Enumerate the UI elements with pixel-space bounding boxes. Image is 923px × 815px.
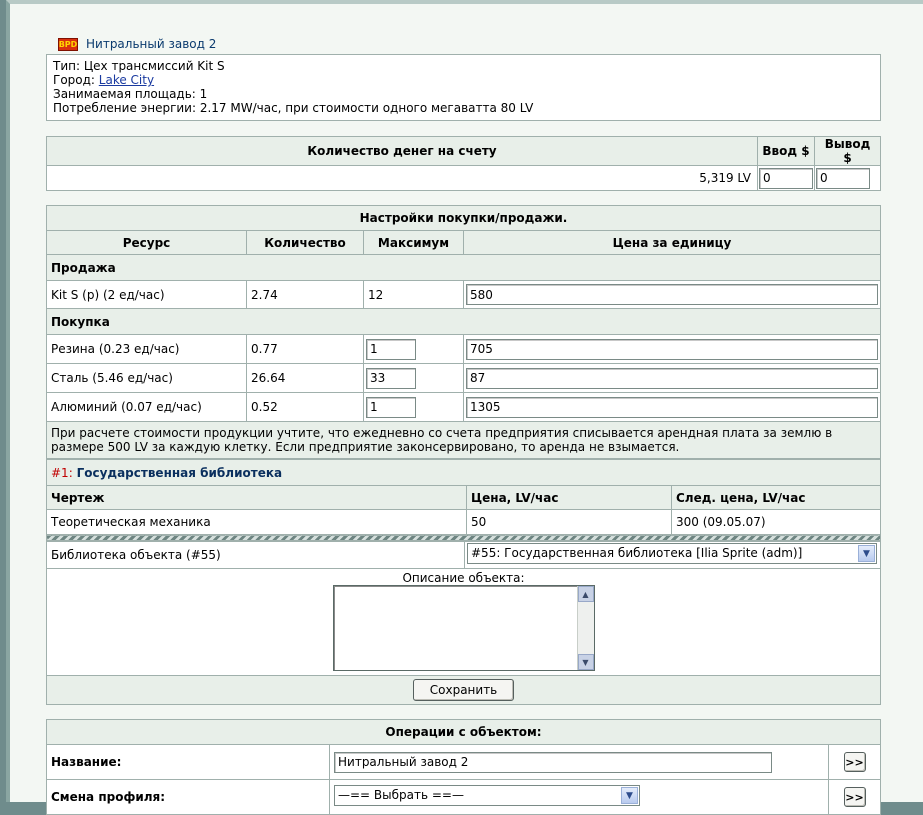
- library-name: Государственная библиотека: [76, 465, 283, 480]
- blueprint-price: 50: [466, 509, 672, 535]
- library-select[interactable]: #55: Государственная библиотека [Ilia Sp…: [467, 543, 877, 564]
- scrollbar[interactable]: ▲ ▼: [576, 586, 594, 670]
- buy-price-input[interactable]: [466, 338, 878, 360]
- rent-note: При расчете стоимости продукции учтите, …: [46, 421, 881, 459]
- trade-settings-table: Настройки покупки/продажи. Ресурс Количе…: [46, 205, 881, 459]
- resource-name: Сталь (5.46 ед/час): [46, 363, 247, 393]
- object-info-box: Тип: Цех трансмиссий Kit S Город: Lake C…: [46, 54, 881, 121]
- name-label: Название:: [46, 744, 330, 780]
- buy-max-input[interactable]: [366, 338, 416, 360]
- chevron-down-icon: ▼: [621, 787, 638, 804]
- city-link[interactable]: Lake City: [99, 73, 154, 87]
- area-line: Занимаемая площадь: 1: [53, 87, 208, 101]
- description-cell: Описание объекта: ▲ ▼: [46, 568, 881, 676]
- buy-price-input[interactable]: [466, 396, 878, 418]
- money-col-amount: Количество денег на счету: [46, 136, 758, 166]
- ops-title: Операции с объектом:: [46, 719, 881, 745]
- profile-label: Смена профиля:: [46, 779, 330, 815]
- resource-max: 12: [363, 280, 464, 309]
- bpd-logo-icon: BPD: [58, 37, 78, 51]
- col-qty: Количество: [246, 230, 364, 255]
- col-next-price: След. цена, LV/час: [671, 485, 881, 510]
- description-textarea[interactable]: ▲ ▼: [332, 585, 595, 671]
- library-table: #1: Государственная библиотека Чертеж Це…: [46, 459, 881, 541]
- description-label: Описание объекта:: [402, 571, 525, 585]
- rename-go-button[interactable]: >>: [843, 752, 866, 772]
- blueprint-next-price: 300 (09.05.07): [671, 509, 881, 535]
- col-price: Цена за единицу: [463, 230, 881, 255]
- resource-qty: 2.74: [246, 280, 364, 309]
- scroll-up-icon[interactable]: ▲: [577, 586, 594, 602]
- scroll-down-icon[interactable]: ▼: [577, 654, 594, 670]
- city-line: Город: Lake City: [53, 73, 155, 87]
- name-input[interactable]: [334, 751, 772, 773]
- resource-qty: 0.52: [246, 392, 364, 422]
- operations-table: Операции с объектом: Название: >> Смена …: [46, 719, 881, 815]
- library-object-table: Библиотека объекта (#55) #55: Государств…: [46, 541, 881, 705]
- resource-name: Резина (0.23 ед/час): [46, 334, 247, 364]
- object-title-link[interactable]: Нитральный завод 2: [86, 37, 216, 51]
- trade-title: Настройки покупки/продажи.: [46, 205, 881, 231]
- page-frame: BPD Нитральный завод 2 Тип: Цех трансмис…: [6, 0, 923, 815]
- sell-section-label: Продажа: [46, 254, 881, 281]
- buy-section-label: Покупка: [46, 308, 881, 335]
- save-button[interactable]: Сохранить: [413, 679, 514, 701]
- resource-qty: 0.77: [246, 334, 364, 364]
- buy-max-input[interactable]: [366, 396, 416, 418]
- profile-select[interactable]: —== Выбрать ==— ▼: [334, 785, 640, 806]
- object-title-row: BPD Нитральный завод 2: [46, 34, 881, 54]
- type-line: Тип: Цех трансмиссий Kit S: [53, 59, 225, 73]
- profile-go-button[interactable]: >>: [843, 787, 866, 807]
- buy-max-input[interactable]: [366, 367, 416, 389]
- blueprint-name: Теоретическая механика: [46, 509, 467, 535]
- energy-line: Потребление энергии: 2.17 MW/час, при ст…: [53, 101, 534, 115]
- library-object-label: Библиотека объекта (#55): [46, 541, 465, 569]
- money-in-input[interactable]: [759, 167, 813, 189]
- resource-name: Kit S (p) (2 ед/час): [46, 280, 247, 309]
- money-col-in: Ввод $: [757, 136, 815, 166]
- divider: [46, 534, 881, 541]
- col-lib-price: Цена, LV/час: [466, 485, 672, 510]
- resource-qty: 26.64: [246, 363, 364, 393]
- table-row: Теоретическая механика 50 300 (09.05.07): [46, 509, 881, 535]
- table-row: Алюминий (0.07 ед/час) 0.52: [46, 392, 881, 422]
- money-amount: 5,319 LV: [46, 165, 758, 191]
- table-row: Резина (0.23 ед/час) 0.77: [46, 334, 881, 364]
- resource-name: Алюминий (0.07 ед/час): [46, 392, 247, 422]
- library-rank: #1:: [51, 465, 73, 480]
- money-table: Количество денег на счету Ввод $ Вывод $…: [46, 136, 881, 191]
- table-row: Kit S (p) (2 ед/час) 2.74 12: [46, 280, 881, 309]
- col-max: Максимум: [363, 230, 464, 255]
- money-col-out: Вывод $: [814, 136, 881, 166]
- library-header: #1: Государственная библиотека: [46, 459, 881, 486]
- col-resource: Ресурс: [46, 230, 247, 255]
- sell-price-input[interactable]: [466, 284, 878, 305]
- chevron-down-icon: ▼: [858, 545, 875, 562]
- money-out-input[interactable]: [816, 167, 870, 189]
- table-row: Сталь (5.46 ед/час) 26.64: [46, 363, 881, 393]
- col-blueprint: Чертеж: [46, 485, 467, 510]
- buy-price-input[interactable]: [466, 367, 878, 389]
- content: BPD Нитральный завод 2 Тип: Цех трансмис…: [46, 34, 881, 815]
